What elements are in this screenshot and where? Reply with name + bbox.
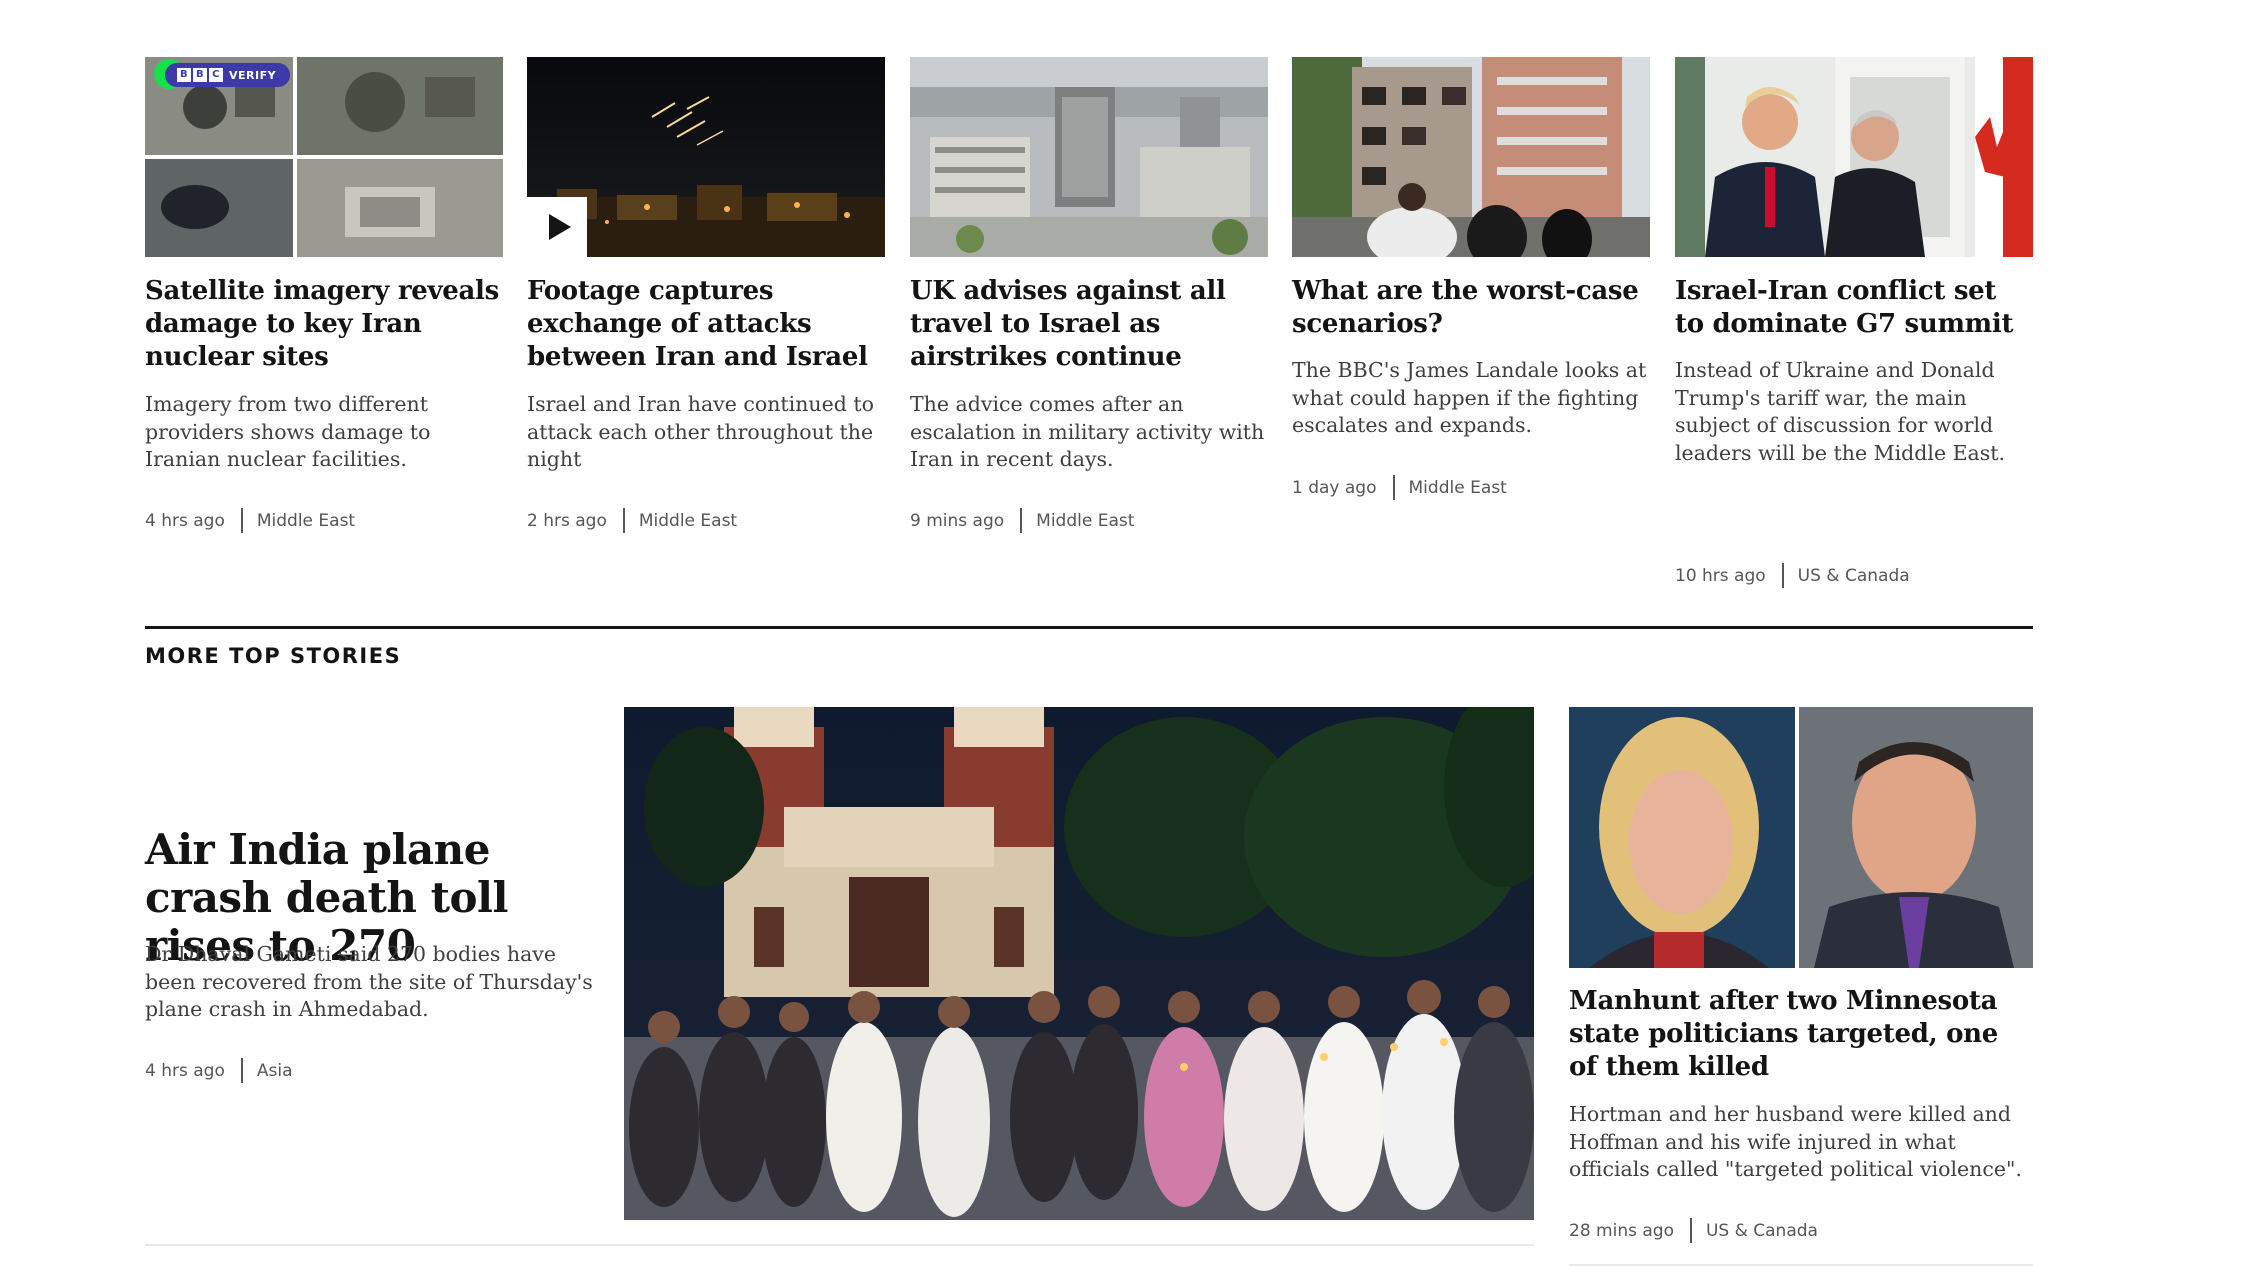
timestamp: 10 hrs ago bbox=[1675, 565, 1766, 586]
timestamp: 2 hrs ago bbox=[527, 510, 607, 531]
card-headline[interactable]: UK advises against all travel to Israel … bbox=[910, 275, 1268, 374]
lead-meta: 4 hrs ago Asia bbox=[145, 1058, 293, 1083]
verify-label: VERIFY bbox=[229, 68, 277, 82]
category-link[interactable]: Middle East bbox=[257, 511, 355, 531]
bbc-verify-badge: BBC VERIFY bbox=[165, 63, 291, 87]
category-link[interactable]: Middle East bbox=[639, 511, 737, 531]
timestamp: 9 mins ago bbox=[910, 510, 1005, 531]
timestamp: 4 hrs ago bbox=[145, 510, 225, 531]
meta-divider bbox=[1392, 475, 1395, 500]
section-divider bbox=[145, 626, 2033, 629]
damaged-building-image[interactable] bbox=[1292, 57, 1650, 257]
meta-divider bbox=[1020, 508, 1023, 533]
side-headline[interactable]: Manhunt after two Minnesota state politi… bbox=[1569, 985, 2033, 1084]
story-card-uk-advice[interactable]: UK advises against all travel to Israel … bbox=[910, 57, 1268, 537]
card-headline[interactable]: Israel-Iran conflict set to dominate G7 … bbox=[1675, 275, 2033, 341]
bbc-logo-icon: BBC bbox=[177, 68, 223, 82]
card-summary: Imagery from two different providers sho… bbox=[145, 392, 431, 471]
card-summary: Instead of Ukraine and Donald Trump's ta… bbox=[1675, 358, 2006, 465]
section-title: MORE TOP STORIES bbox=[145, 644, 402, 668]
minnesota-politicians-image[interactable] bbox=[1569, 707, 2033, 968]
category-link[interactable]: Middle East bbox=[1409, 478, 1507, 498]
timestamp: 1 day ago bbox=[1292, 477, 1377, 498]
side-meta: 28 mins ago US & Canada bbox=[1569, 1218, 1818, 1243]
lead-summary: Dr Dhaval Gameti said 270 bodies have be… bbox=[145, 942, 593, 1021]
story-card-worst-case[interactable]: What are the worst-case scenarios? The B… bbox=[1292, 57, 1650, 507]
card-summary: The advice comes after an escalation in … bbox=[910, 392, 1265, 471]
night-attacks-image[interactable] bbox=[527, 57, 885, 257]
side-story[interactable]: Manhunt after two Minnesota state politi… bbox=[1569, 707, 2033, 1247]
card-meta: 9 mins ago Middle East bbox=[910, 508, 1134, 533]
meta-divider bbox=[240, 1058, 243, 1083]
card-meta: 4 hrs ago Middle East bbox=[145, 508, 355, 533]
meta-divider bbox=[622, 508, 625, 533]
card-meta: 1 day ago Middle East bbox=[1292, 475, 1507, 500]
category-link[interactable]: Asia bbox=[257, 1061, 293, 1081]
meta-divider bbox=[1689, 1218, 1692, 1243]
play-icon bbox=[549, 214, 571, 240]
card-summary: The BBC's James Landale looks at what co… bbox=[1292, 358, 1647, 437]
lead-bottom-divider bbox=[145, 1244, 1534, 1246]
card-headline[interactable]: Footage captures exchange of attacks bet… bbox=[527, 275, 885, 374]
timestamp: 4 hrs ago bbox=[145, 1060, 225, 1081]
category-link[interactable]: US & Canada bbox=[1798, 566, 1910, 586]
card-headline[interactable]: Satellite imagery reveals damage to key … bbox=[145, 275, 503, 374]
meta-divider bbox=[1781, 563, 1784, 588]
card-meta: 2 hrs ago Middle East bbox=[527, 508, 737, 533]
card-summary: Israel and Iran have continued to attack… bbox=[527, 392, 874, 471]
story-card-satellite[interactable]: BBC VERIFY Satellite imagery reveals dam… bbox=[145, 57, 503, 537]
play-button[interactable] bbox=[527, 197, 587, 257]
satellite-imagery-image[interactable]: BBC VERIFY bbox=[145, 57, 503, 257]
side-summary: Hortman and her husband were killed and … bbox=[1569, 1102, 2022, 1181]
meta-divider bbox=[240, 508, 243, 533]
story-card-g7[interactable]: Israel-Iran conflict set to dominate G7 … bbox=[1675, 57, 2033, 588]
category-link[interactable]: US & Canada bbox=[1706, 1221, 1818, 1241]
story-card-footage[interactable]: Footage captures exchange of attacks bet… bbox=[527, 57, 885, 537]
lead-story[interactable]: Air India plane crash death toll rises t… bbox=[145, 707, 1534, 1220]
timestamp: 28 mins ago bbox=[1569, 1220, 1674, 1241]
vigil-image[interactable] bbox=[624, 707, 1534, 1220]
g7-leaders-image[interactable] bbox=[1675, 57, 2033, 257]
city-aerial-image[interactable] bbox=[910, 57, 1268, 257]
category-link[interactable]: Middle East bbox=[1036, 511, 1134, 531]
card-headline[interactable]: What are the worst-case scenarios? bbox=[1292, 275, 1650, 341]
card-meta: 10 hrs ago US & Canada bbox=[1675, 563, 1910, 588]
